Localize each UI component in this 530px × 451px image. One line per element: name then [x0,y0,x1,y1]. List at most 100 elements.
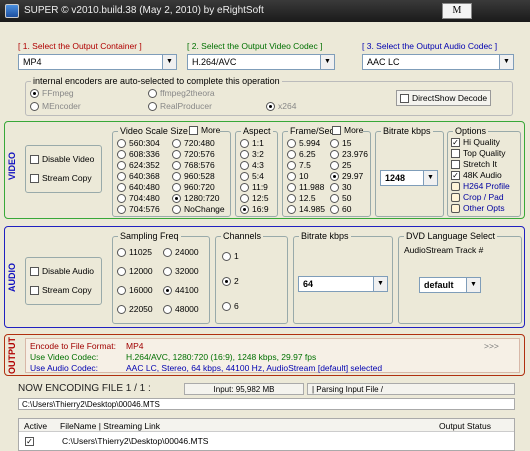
output-acodec-value: AAC LC, Stereo, 64 kbps, 44100 Hz, Audio… [126,363,383,373]
scale-option[interactable]: 1280:720 [172,193,219,204]
option-0[interactable]: ✓ Hi Quality [451,137,500,148]
encoder-realproducer[interactable]: RealProducer [148,101,212,112]
video-bitrate-select[interactable]: 1248 ▼ [380,170,438,186]
output-format-value: MP4 [126,341,144,351]
option-5[interactable]: Crop / Pad [451,192,504,203]
aspect-option[interactable]: 1:1 [240,138,264,149]
container-value: MP4 [23,57,42,67]
freq-option[interactable]: 44100 [163,285,199,296]
parsing-status-box: | Parsing Input File / [307,383,515,395]
scale-option[interactable]: 704:576 [117,204,160,215]
option-6[interactable]: Other Opts [451,203,505,214]
sampling-freq-group: Sampling Freq 11025 12000 16000 22050 24000 3… [112,231,210,324]
channel-option[interactable]: 6 [222,301,239,312]
channel-option[interactable]: 1 [222,251,239,262]
fps-option[interactable]: 14.985 [287,204,325,215]
freq-option[interactable]: 12000 [117,266,153,277]
directshow-decode-checkbox[interactable]: DirectShow Decode [396,90,492,107]
audio-codec-select[interactable]: AAC LC ▼ [362,54,514,70]
encoder-x264[interactable]: x264 [266,101,296,112]
option-1[interactable]: Top Quality [451,148,506,159]
freq-option[interactable]: 24000 [163,247,199,258]
chevron-down-icon: ▼ [466,278,480,292]
freq-option[interactable]: 11025 [117,247,152,258]
encoder-mencoder[interactable]: MEncoder [30,101,81,112]
scale-option[interactable]: 768:576 [172,160,215,171]
video-codec-select[interactable]: H.264/AVC ▼ [187,54,335,70]
option-4[interactable]: H264 Profile [451,181,510,192]
col-active[interactable]: Active [24,421,47,431]
row-filename: C:\Users\Thierry2\Desktop\00046.MTS [62,436,209,446]
fps-option[interactable]: 50 [330,193,351,204]
disable-video-checkbox[interactable]: Disable Video [30,154,94,165]
option-2[interactable]: Stretch It [451,159,497,170]
scale-option[interactable]: 608:336 [117,149,160,160]
scale-option[interactable]: 560:304 [117,138,160,149]
scale-option[interactable]: 704:480 [117,193,160,204]
fps-option[interactable]: 7.5 [287,160,311,171]
chevron-down-icon: ▼ [499,55,513,69]
scale-option[interactable]: 960:528 [172,171,215,182]
encoders-legend: internal encoders are auto-selected to c… [31,76,282,86]
encoder-ffmpeg[interactable]: FFmpeg [30,88,74,99]
aspect-option[interactable]: 11:9 [240,182,268,193]
aspect-option[interactable]: 12:5 [240,193,269,204]
audio-panel: AUDIO Disable Audio Stream Copy Sampling… [4,226,525,328]
fps-option[interactable]: 6.25 [287,149,316,160]
freq-option[interactable]: 32000 [163,266,199,277]
fps-option[interactable]: 10 [287,171,308,182]
encoder-ffmpeg2theora[interactable]: ffmpeg2theora [148,88,215,99]
scale-option[interactable]: 640:480 [117,182,160,193]
disable-audio-checkbox[interactable]: Disable Audio [30,266,94,277]
freq-option[interactable]: 22050 [117,304,153,315]
audio-mode-group: Disable Audio Stream Copy [25,257,102,305]
output-more-arrows[interactable]: >>> [484,341,499,351]
fps-option[interactable]: 30 [330,182,351,193]
scale-option[interactable]: 720:480 [172,138,215,149]
scale-option[interactable]: 624:352 [117,160,160,171]
fps-option[interactable]: 29.97 [330,171,363,182]
channel-option[interactable]: 2 [222,276,239,287]
chevron-down-icon: ▼ [162,55,176,69]
container-select[interactable]: MP4 ▼ [18,54,177,70]
table-header: Active FileName | Streaming Link Output … [19,419,514,432]
scale-option[interactable]: 720:576 [172,149,215,160]
vcodec-value: H.264/AVC [192,57,237,67]
table-row[interactable]: ✓ C:\Users\Thierry2\Desktop\00046.MTS [25,436,209,447]
scale-option[interactable]: NoChange [172,204,225,215]
window-title: SUPER © v2010.build.38 (May 2, 2010) by … [24,5,264,16]
aspect-option[interactable]: 4:3 [240,160,264,171]
fps-option[interactable]: 15 [330,138,351,149]
step1-label: [ 1. Select the Output Container ] [18,41,142,51]
option-3[interactable]: ✓ 48K Audio [451,170,502,181]
fps-more-checkbox[interactable]: More [332,125,364,136]
audio-stream-copy-checkbox[interactable]: Stream Copy [30,285,92,296]
fps-option[interactable]: 23.976 [330,149,368,160]
aspect-legend: Aspect [241,126,273,136]
fps-option[interactable]: 60 [330,204,351,215]
dvd-track-select[interactable]: default ▼ [419,277,481,293]
dvd-track-value: default [424,280,454,290]
fps-option[interactable]: 5.994 [287,138,320,149]
freq-option[interactable]: 16000 [117,285,153,296]
fps-legend: Frame/Sec [288,126,337,136]
scale-more-checkbox[interactable]: More [189,125,221,136]
fps-option[interactable]: 25 [330,160,351,171]
menu-button[interactable]: M [442,3,472,19]
video-bitrate-group: Bitrate kbps 1248 ▼ [375,126,444,217]
aspect-option[interactable]: 16:9 [240,204,269,215]
output-panel: OUTPUT Encode to File Format: MP4 >>> Us… [4,334,525,376]
audio-bitrate-select[interactable]: 64 ▼ [298,276,388,292]
scale-option[interactable]: 640:368 [117,171,160,182]
scale-option[interactable]: 960:720 [172,182,215,193]
col-output-status[interactable]: Output Status [439,421,491,431]
fps-option[interactable]: 11.988 [287,182,324,193]
aspect-option[interactable]: 3:2 [240,149,264,160]
input-size-box: Input: 95,982 MB [184,383,304,395]
channels-legend: Channels [221,231,264,241]
col-filename[interactable]: FileName | Streaming Link [60,421,160,431]
video-stream-copy-checkbox[interactable]: Stream Copy [30,173,92,184]
fps-option[interactable]: 12.5 [287,193,316,204]
aspect-option[interactable]: 5:4 [240,171,264,182]
freq-option[interactable]: 48000 [163,304,199,315]
